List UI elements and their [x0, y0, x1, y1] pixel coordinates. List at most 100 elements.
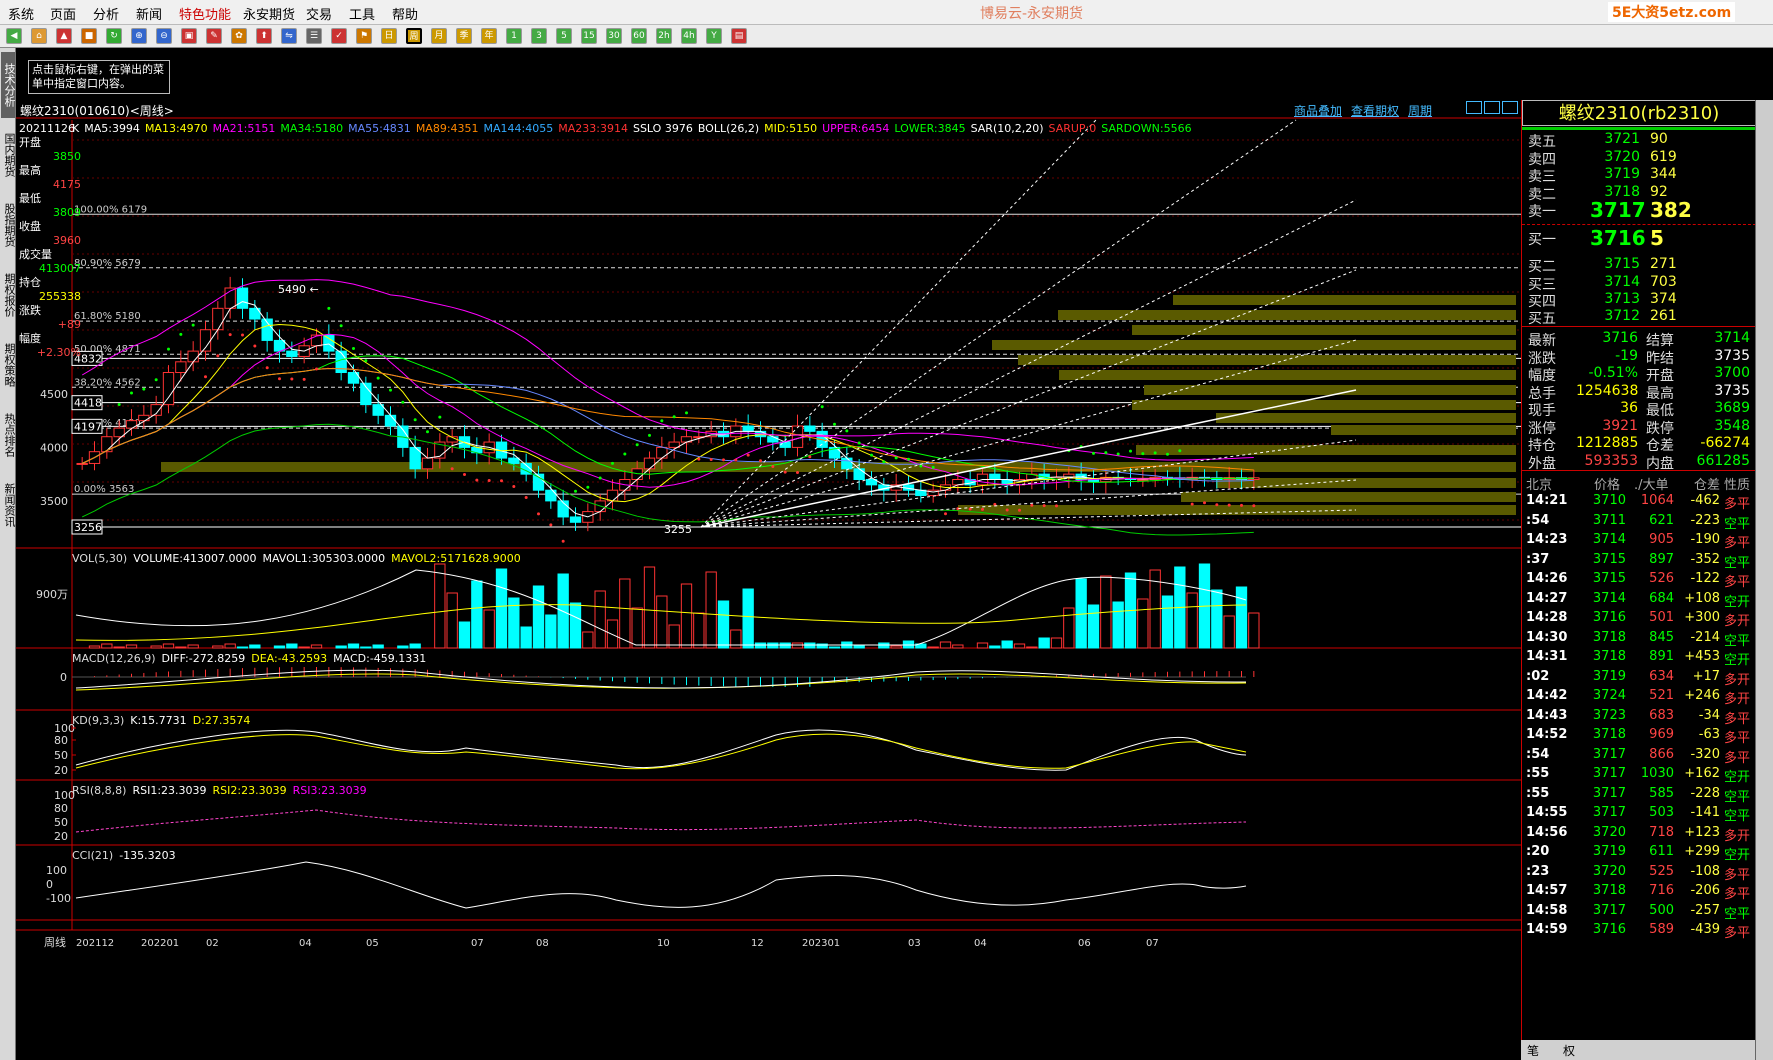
tick-type-7: 空平 — [1724, 633, 1751, 649]
chart-area[interactable]: 100.00% 6179 80.90% 5679 61.80% 5180 50.00%… — [16, 100, 1521, 1060]
toolbar-button-22[interactable]: 5 — [556, 28, 572, 44]
toolbar-button-24[interactable]: 30 — [606, 28, 622, 44]
cci-label: CCI(21) — [72, 849, 114, 862]
toolbar-button-15[interactable]: 日 — [381, 28, 397, 44]
sar-dot — [1203, 501, 1206, 505]
menu-page[interactable]: 页面 — [50, 4, 76, 23]
toolbar-button-3[interactable]: ■ — [81, 28, 97, 44]
toolbar-button-5[interactable]: ⊕ — [131, 28, 147, 44]
sar-dot — [142, 387, 146, 391]
x-tick-label-8: 12 — [751, 938, 764, 949]
tab-hot-ranking[interactable]: 热点排名 — [1, 402, 16, 468]
main-indicator-11: MID:5150 — [764, 122, 818, 135]
toolbar-button-9[interactable]: ✿ — [231, 28, 247, 44]
menu-help[interactable]: 帮助 — [392, 4, 418, 23]
menu-trade[interactable]: 交易 — [306, 4, 332, 23]
toolbar-button-21[interactable]: 3 — [531, 28, 547, 44]
stat-value-a-4: 36 — [1620, 400, 1638, 416]
volume-profile-bar — [1181, 492, 1516, 502]
sar-dot — [401, 400, 405, 404]
x-tick-label-2: 02 — [206, 938, 219, 949]
candle-body — [187, 350, 199, 363]
tick-row-8: 14:31 3718 891 +453 空开 — [1522, 648, 1756, 668]
volume-bar — [989, 645, 1001, 649]
volume-bar — [1211, 589, 1223, 649]
toolbar-button-23[interactable]: 15 — [581, 28, 597, 44]
sar-dot — [697, 457, 701, 461]
toolbar-button-14[interactable]: ⚑ — [356, 28, 372, 44]
toolbar-button-11[interactable]: ⇋ — [281, 28, 297, 44]
watermark-logo: 5E大资5etz.com — [1608, 2, 1736, 22]
toolbar-button-19[interactable]: 年 — [481, 28, 497, 44]
toolbar-button-7[interactable]: ▣ — [181, 28, 197, 44]
ohlc-label-1: 最高 — [19, 164, 41, 177]
menu-news[interactable]: 新闻 — [136, 4, 162, 23]
toolbar-button-17[interactable]: 月 — [431, 28, 447, 44]
candle-body — [76, 462, 88, 465]
toolbar-button-18[interactable]: 季 — [456, 28, 472, 44]
toolbar-button-27[interactable]: 4h — [681, 28, 697, 44]
toolbar-button-12[interactable]: ☰ — [306, 28, 322, 44]
toolbar-button-10[interactable]: ⬆ — [256, 28, 272, 44]
close-icon[interactable] — [1502, 101, 1518, 114]
toolbar-button-0[interactable]: ◀ — [6, 28, 22, 44]
ask-vol-4: 382 — [1650, 198, 1692, 222]
toolbar-button-4[interactable]: ↻ — [106, 28, 122, 44]
stat-value-b-7: 661285 — [1696, 452, 1750, 469]
rsi-value-2: RSI3:23.3039 — [292, 784, 367, 797]
toolbar-button-2[interactable]: ▲ — [56, 28, 72, 44]
toolbar-button-8[interactable]: ✎ — [206, 28, 222, 44]
bid-price-0: 3716 — [1590, 226, 1646, 250]
chart-canvas[interactable]: 100.00% 617980.90% 567961.80% 518050.00%… — [16, 100, 1521, 1060]
tick-oi-change-15: -228 — [1690, 785, 1720, 801]
tick-price-3: 3715 — [1592, 551, 1626, 567]
toolbar-button-29[interactable]: ▤ — [731, 28, 747, 44]
period-link[interactable]: 周期 — [1408, 102, 1432, 119]
toolbar-button-1[interactable]: ⌂ — [31, 28, 47, 44]
ohlc-label-7: 幅度 — [19, 332, 41, 345]
toolbar-button-16[interactable]: 周 — [406, 28, 422, 44]
tab-domestic-futures[interactable]: 国内期货 — [1, 122, 16, 188]
window-icon[interactable] — [1466, 101, 1482, 114]
toolbar-button-26[interactable]: 2h — [656, 28, 672, 44]
sar-dot — [931, 465, 935, 469]
menu-system[interactable]: 系统 — [8, 4, 34, 23]
tick-oi-change-2: -190 — [1690, 532, 1720, 547]
tick-price-4: 3715 — [1592, 571, 1626, 586]
menu-features[interactable]: 特色功能 — [179, 4, 231, 23]
overlay-link[interactable]: 商品叠加 — [1294, 102, 1342, 119]
tab-option-strategy[interactable]: 期权策略 — [1, 332, 16, 398]
tick-time-6: 14:28 — [1526, 610, 1568, 625]
sar-dot — [598, 476, 602, 480]
tick-oi-change-20: -206 — [1690, 883, 1720, 898]
toolbar-button-13[interactable]: ✓ — [331, 28, 347, 44]
menu-tools[interactable]: 工具 — [349, 4, 375, 23]
quote-side-scrollbar[interactable] — [1755, 100, 1773, 1060]
tab-news[interactable]: 新闻资讯 — [1, 472, 16, 538]
sar-dot — [820, 405, 824, 409]
candle-body — [1137, 478, 1149, 481]
maximize-icon[interactable] — [1484, 101, 1500, 114]
rsi-label: RSI(8,8,8) — [72, 784, 127, 797]
tab-index-futures[interactable]: 股指期货 — [1, 192, 16, 258]
volume-bar — [175, 646, 187, 649]
tick-time-4: 14:26 — [1526, 571, 1568, 586]
tab-option-quotes[interactable]: 期权报价 — [1, 262, 16, 328]
bid-row-0: 买一 3716 5 — [1522, 226, 1756, 254]
toolbar-button-28[interactable]: Y — [706, 28, 722, 44]
view-option-link[interactable]: 查看期权 — [1351, 102, 1399, 119]
toolbar-button-6[interactable]: ⊖ — [156, 28, 172, 44]
tick-oi-change-9: +17 — [1692, 668, 1720, 684]
volume-bar — [1013, 643, 1026, 649]
menu-yongan[interactable]: 永安期货 — [243, 4, 295, 23]
sar-dot — [944, 512, 947, 516]
tab-trades[interactable]: 笔 — [1527, 1042, 1539, 1059]
tick-time-3: :37 — [1526, 551, 1550, 567]
menu-analysis[interactable]: 分析 — [93, 4, 119, 23]
toolbar-button-25[interactable]: 60 — [631, 28, 647, 44]
tab-rights[interactable]: 权 — [1563, 1042, 1575, 1059]
rsi-value-0: RSI1:23.3039 — [132, 784, 207, 797]
volume-bar — [680, 583, 693, 649]
tab-technical-analysis[interactable]: 技术分析 — [1, 52, 16, 118]
toolbar-button-20[interactable]: 1 — [506, 28, 522, 44]
